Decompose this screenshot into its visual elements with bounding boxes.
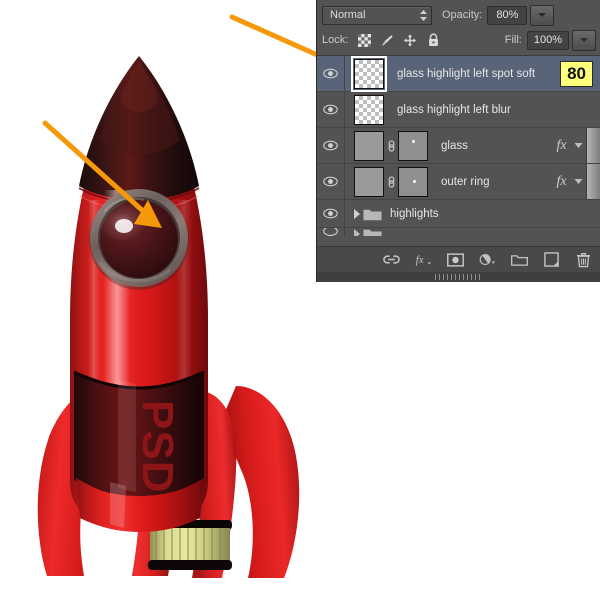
rocket-porthole [89,189,189,290]
layer-list-scrollbar[interactable] [586,164,600,199]
layer-visibility-toggle[interactable] [317,164,345,199]
group-expand-triangle-icon[interactable] [354,229,360,237]
lock-label: Lock: [322,34,348,46]
layer-mask-button[interactable] [447,251,464,268]
rocket-body: PSD [70,56,208,532]
layer-name: highlights [381,208,600,220]
layer-style-button[interactable]: fx [415,251,432,268]
layer-mask-thumbnail[interactable] [398,131,428,161]
layer-row-partial[interactable] [317,228,600,236]
layer-thumbnail[interactable] [354,95,384,125]
svg-text:fx: fx [416,254,424,266]
layer-visibility-toggle[interactable] [317,92,345,127]
panel-resize-grip[interactable] [317,272,600,282]
layer-effects-fx-icon[interactable]: fx [553,174,570,190]
canvas-area: PSD [0,0,320,600]
eye-icon [323,208,338,219]
layers-panel: Normal Opacity: 80% Lock: [316,0,600,282]
layer-mask-thumbnail[interactable] [398,167,428,197]
adjustment-layer-button[interactable] [479,251,496,268]
blend-mode-select[interactable]: Normal [322,6,432,25]
layer-thumbnail[interactable] [354,131,384,161]
layer-row[interactable]: glass fx [317,128,600,164]
layer-list[interactable]: glass highlight left spot soft 80 glass … [317,56,600,236]
layer-effects-expand-icon[interactable] [570,178,586,185]
layer-row[interactable]: glass highlight left spot soft 80 [317,56,600,92]
layer-visibility-toggle[interactable] [317,228,345,236]
lock-row: Lock: [317,27,600,53]
layer-name: glass highlight left blur [384,104,600,116]
layer-list-scrollbar[interactable] [586,128,600,163]
layer-row[interactable]: outer ring fx [317,164,600,200]
rocket-illustration: PSD [0,0,320,600]
folder-icon [363,207,381,221]
group-expand-triangle-icon[interactable] [354,209,360,219]
fill-label: Fill: [505,34,522,46]
layers-panel-toolbar: fx [317,246,600,272]
layer-name: glass highlight left spot soft [384,68,560,80]
layer-group-row[interactable]: highlights [317,200,600,228]
fill-input[interactable]: 100% [527,31,569,50]
folder-icon [363,228,381,236]
layers-panel-options: Normal Opacity: 80% Lock: [317,0,600,56]
layer-visibility-toggle[interactable] [317,128,345,163]
porthole-highlight-spot [115,219,133,233]
layer-name: outer ring [428,176,553,188]
layer-visibility-toggle[interactable] [317,56,345,91]
eye-icon [323,176,338,187]
layer-effects-fx-icon[interactable]: fx [553,138,570,154]
lock-all-padlock-icon[interactable] [426,33,440,47]
chevron-down-icon [580,38,588,42]
link-layers-button[interactable] [383,251,400,268]
new-group-button[interactable] [511,251,528,268]
delete-layer-button[interactable] [575,251,592,268]
opacity-label: Opacity: [442,9,482,21]
opacity-callout-badge: 80 [560,61,593,87]
lock-image-pixels-brush-icon[interactable] [380,33,394,47]
layer-thumbnail[interactable] [354,167,384,197]
eye-icon [323,228,338,236]
grip-marks-icon [435,274,483,280]
eye-icon [323,104,338,115]
rocket-psd-text: PSD [133,400,182,493]
new-layer-button[interactable] [543,251,560,268]
layer-visibility-toggle[interactable] [317,200,345,227]
lock-transparent-pixels-icon[interactable] [357,33,371,47]
layer-row[interactable]: glass highlight left blur [317,92,600,128]
opacity-input[interactable]: 80% [487,6,527,25]
blend-mode-value: Normal [330,9,365,21]
blend-mode-stepper-icon [419,9,428,22]
opacity-dropdown-button[interactable] [530,5,554,26]
layer-name: glass [428,140,553,152]
blend-opacity-row: Normal Opacity: 80% [317,0,600,27]
fill-dropdown-button[interactable] [572,30,596,51]
chevron-down-icon [538,13,546,17]
eye-icon [323,140,338,151]
mask-link-icon[interactable] [384,139,398,153]
screenshot-root: PSD [0,0,600,600]
layer-effects-expand-icon[interactable] [570,142,586,149]
lock-position-move-icon[interactable] [403,33,417,47]
layer-thumbnail[interactable] [354,59,384,89]
eye-icon [323,68,338,79]
mask-link-icon[interactable] [384,175,398,189]
